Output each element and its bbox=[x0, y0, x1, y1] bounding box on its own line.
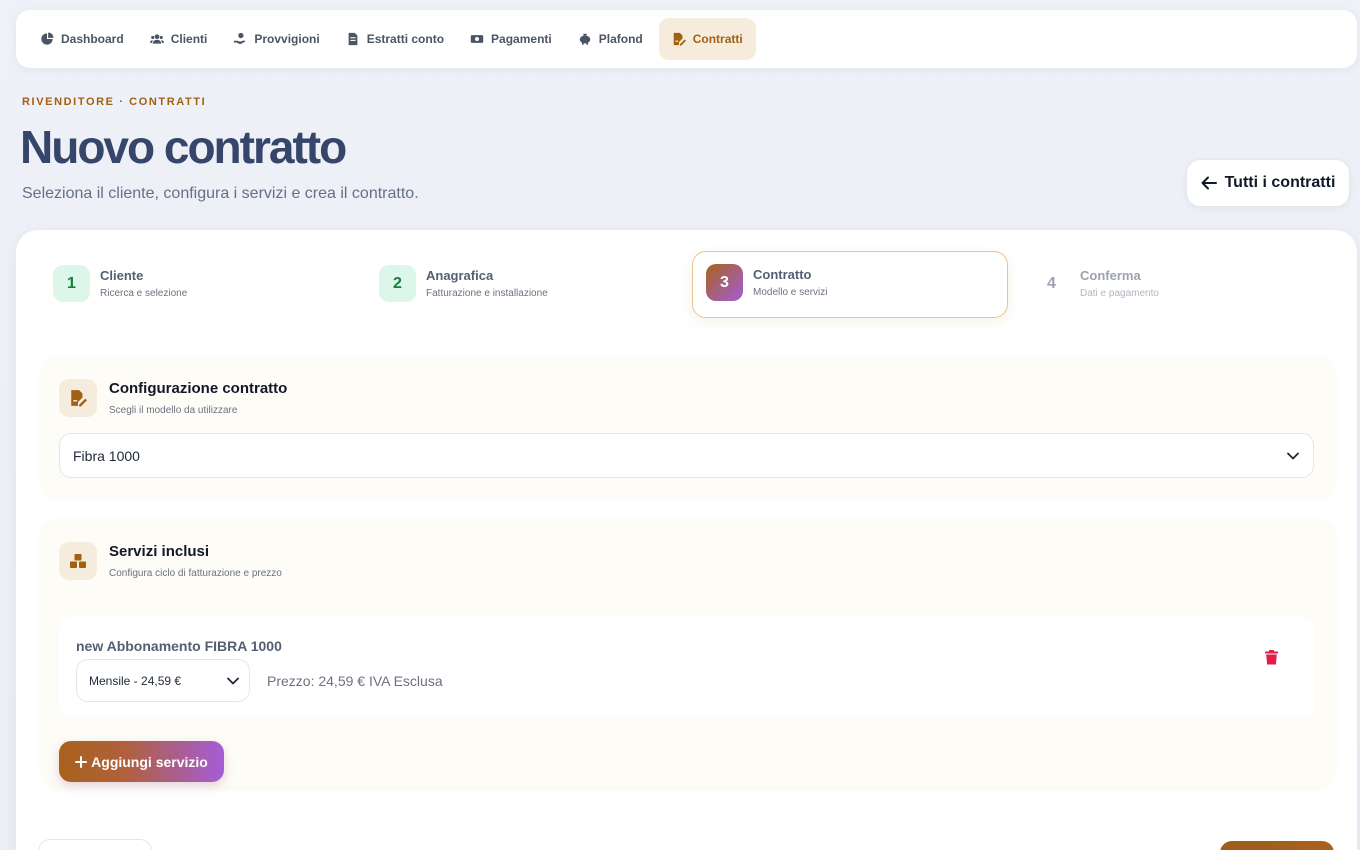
nav-item-dashboard[interactable]: Dashboard bbox=[30, 18, 134, 60]
all-contracts-button[interactable]: Tutti i contratti bbox=[1186, 159, 1350, 207]
add-service-button[interactable]: Aggiungi servizio bbox=[59, 741, 224, 782]
selected-cycle: Mensile - 24,59 € bbox=[89, 673, 182, 688]
nav-label: Estratti conto bbox=[366, 32, 445, 46]
nav-item-plafond[interactable]: Plafond bbox=[568, 18, 653, 60]
step-number: 2 bbox=[379, 265, 416, 302]
add-service-label: Aggiungi servizio bbox=[91, 753, 208, 770]
nav-label: Provvigioni bbox=[254, 32, 320, 46]
step-anagrafica[interactable]: 2 Anagrafica Fatturazione e installazion… bbox=[379, 265, 548, 302]
nav-item-estratti-conto[interactable]: Estratti conto bbox=[336, 18, 454, 60]
included-services-section: Servizi inclusi Configura ciclo di fattu… bbox=[42, 520, 1334, 787]
delete-service-button[interactable] bbox=[1262, 648, 1280, 666]
cubes-icon bbox=[59, 542, 97, 580]
step-number: 4 bbox=[1047, 274, 1056, 292]
breadcrumb: RIVENDITORE · CONTRATTI bbox=[22, 96, 207, 108]
back-step-button[interactable] bbox=[38, 839, 152, 850]
step-number: 1 bbox=[53, 265, 90, 302]
plus-icon bbox=[75, 755, 88, 768]
hand-coin-icon bbox=[234, 32, 246, 45]
nav-item-contratti[interactable]: Contratti bbox=[658, 18, 756, 60]
file-signature-icon bbox=[673, 32, 686, 46]
step-desc: Ricerca e selezione bbox=[100, 288, 188, 299]
next-step-button[interactable] bbox=[1220, 841, 1334, 850]
contract-model-select[interactable]: Fibra 1000 bbox=[59, 433, 1314, 478]
section-title: Servizi inclusi bbox=[109, 543, 210, 560]
step-conferma: 4 Conferma Dati e pagamento bbox=[1033, 265, 1159, 302]
file-invoice-icon bbox=[348, 32, 358, 46]
step-number: 3 bbox=[706, 264, 743, 301]
page-title: Nuovo contratto bbox=[20, 121, 347, 173]
step-desc: Modello e servizi bbox=[753, 287, 828, 298]
nav-label: Clienti bbox=[170, 32, 208, 46]
nav-item-provvigioni[interactable]: Provvigioni bbox=[223, 18, 329, 60]
step-cliente[interactable]: 1 Cliente Ricerca e selezione bbox=[53, 265, 187, 302]
arrow-left-icon bbox=[1201, 176, 1217, 190]
chevron-down-icon bbox=[227, 677, 239, 684]
service-price: Prezzo: 24,59 € IVA Esclusa bbox=[267, 673, 443, 689]
step-desc: Fatturazione e installazione bbox=[426, 288, 548, 299]
section-title: Configurazione contratto bbox=[109, 380, 288, 397]
service-name: new Abbonamento FIBRA 1000 bbox=[76, 638, 282, 654]
step-title: Conferma bbox=[1080, 268, 1141, 283]
nav-item-clienti[interactable]: Clienti bbox=[140, 18, 218, 60]
service-item: new Abbonamento FIBRA 1000 Mensile - 24,… bbox=[59, 617, 1314, 717]
step-title: Anagrafica bbox=[426, 268, 494, 283]
nav-label: Plafond bbox=[598, 32, 643, 46]
section-subtitle: Configura ciclo di fatturazione e prezzo bbox=[109, 568, 282, 579]
users-icon bbox=[149, 34, 164, 44]
all-contracts-label: Tutti i contratti bbox=[1224, 174, 1336, 191]
wizard-card: 1 Cliente Ricerca e selezione 2 Anagrafi… bbox=[16, 230, 1357, 850]
step-desc: Dati e pagamento bbox=[1080, 288, 1159, 299]
chevron-down-icon bbox=[1287, 452, 1299, 459]
step-contratto[interactable]: 3 Contratto Modello e servizi bbox=[706, 264, 827, 301]
step-title: Cliente bbox=[100, 268, 144, 283]
section-subtitle: Scegli il modello da utilizzare bbox=[109, 405, 238, 416]
piggy-bank-icon bbox=[579, 33, 590, 45]
pie-chart-icon bbox=[41, 32, 54, 45]
billing-cycle-select[interactable]: Mensile - 24,59 € bbox=[76, 659, 250, 702]
page-subtitle: Seleziona il cliente, configura i serviz… bbox=[22, 185, 419, 202]
contract-config-section: Configurazione contratto Scegli il model… bbox=[42, 357, 1334, 497]
nav-item-pagamenti[interactable]: Pagamenti bbox=[460, 18, 562, 60]
top-navigation: Dashboard Clienti Provvigioni Estratti c… bbox=[16, 10, 1357, 68]
nav-label: Dashboard bbox=[61, 32, 124, 46]
file-signature-icon bbox=[59, 379, 97, 417]
trash-icon bbox=[1264, 649, 1278, 664]
selected-model: Fibra 1000 bbox=[73, 447, 140, 464]
step-title: Contratto bbox=[753, 267, 812, 282]
nav-label: Pagamenti bbox=[491, 32, 552, 46]
nav-label: Contratti bbox=[692, 32, 743, 46]
money-bill-icon bbox=[470, 35, 484, 43]
